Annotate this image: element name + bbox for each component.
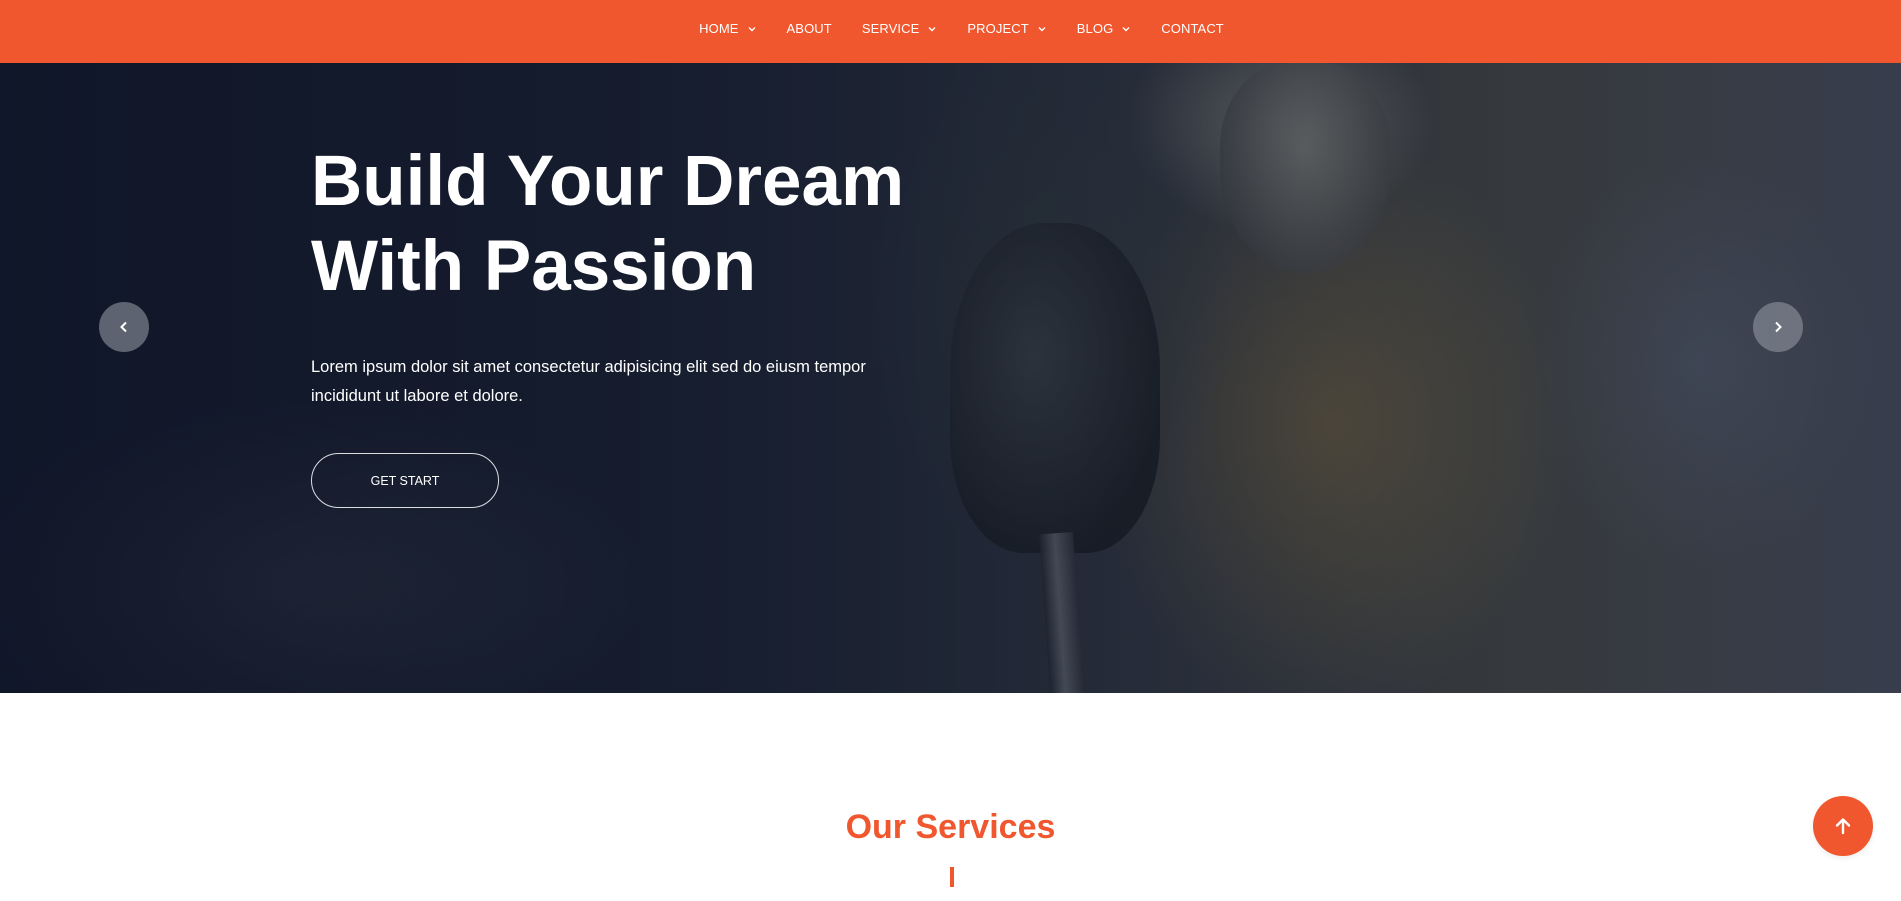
services-title: Our Services xyxy=(845,808,1056,846)
nav-item-label: PROJECT xyxy=(967,21,1029,36)
hero-title: Build Your Dream With Passion xyxy=(311,139,931,309)
nav-item-label: SERVICE xyxy=(861,21,920,36)
services-section: Our Services xyxy=(0,693,1901,901)
hero-description: Lorem ipsum dolor sit amet consectetur a… xyxy=(311,353,911,411)
chevron-down-icon xyxy=(748,27,756,32)
chevron-down-icon xyxy=(1038,27,1046,32)
hero-description-line-2: incididunt ut labore et dolore. xyxy=(311,387,523,405)
nav-item-home[interactable]: HOME xyxy=(699,21,756,36)
nav-item-about[interactable]: ABOUT xyxy=(787,21,832,36)
nav-item-contact[interactable]: CONTACT xyxy=(1161,21,1224,36)
back-to-top-button[interactable] xyxy=(1813,796,1873,856)
hero-content: Build Your Dream With Passion Lorem ipsu… xyxy=(311,139,931,508)
hero-slider: Build Your Dream With Passion Lorem ipsu… xyxy=(0,63,1901,693)
hero-description-line-1: Lorem ipsum dolor sit amet consectetur a… xyxy=(311,358,866,376)
top-navbar: HOME ABOUT SERVICE PROJECT BLOG CONTACT xyxy=(0,0,1901,63)
nav-item-label: ABOUT xyxy=(786,21,832,36)
arrow-up-icon xyxy=(1835,818,1851,835)
slider-next-button[interactable] xyxy=(1753,302,1803,352)
hero-overlay xyxy=(0,63,1901,693)
chevron-right-icon xyxy=(1775,321,1782,333)
nav-item-label: BLOG xyxy=(1076,21,1114,36)
hero-title-line-1: Build Your Dream xyxy=(311,142,905,221)
section-divider xyxy=(950,867,954,887)
chevron-left-icon xyxy=(120,321,127,333)
slider-prev-button[interactable] xyxy=(99,302,149,352)
nav-item-label: HOME xyxy=(699,21,739,36)
nav-item-service[interactable]: SERVICE xyxy=(862,21,938,36)
chevron-down-icon xyxy=(928,27,936,32)
chevron-down-icon xyxy=(1122,27,1130,32)
main-menu: HOME ABOUT SERVICE PROJECT BLOG CONTACT xyxy=(699,21,1224,36)
nav-item-blog[interactable]: BLOG xyxy=(1077,21,1132,36)
nav-item-project[interactable]: PROJECT xyxy=(967,21,1046,36)
hero-title-line-2: With Passion xyxy=(311,227,757,306)
get-start-button[interactable]: GET START xyxy=(311,453,499,508)
nav-item-label: CONTACT xyxy=(1161,21,1224,36)
